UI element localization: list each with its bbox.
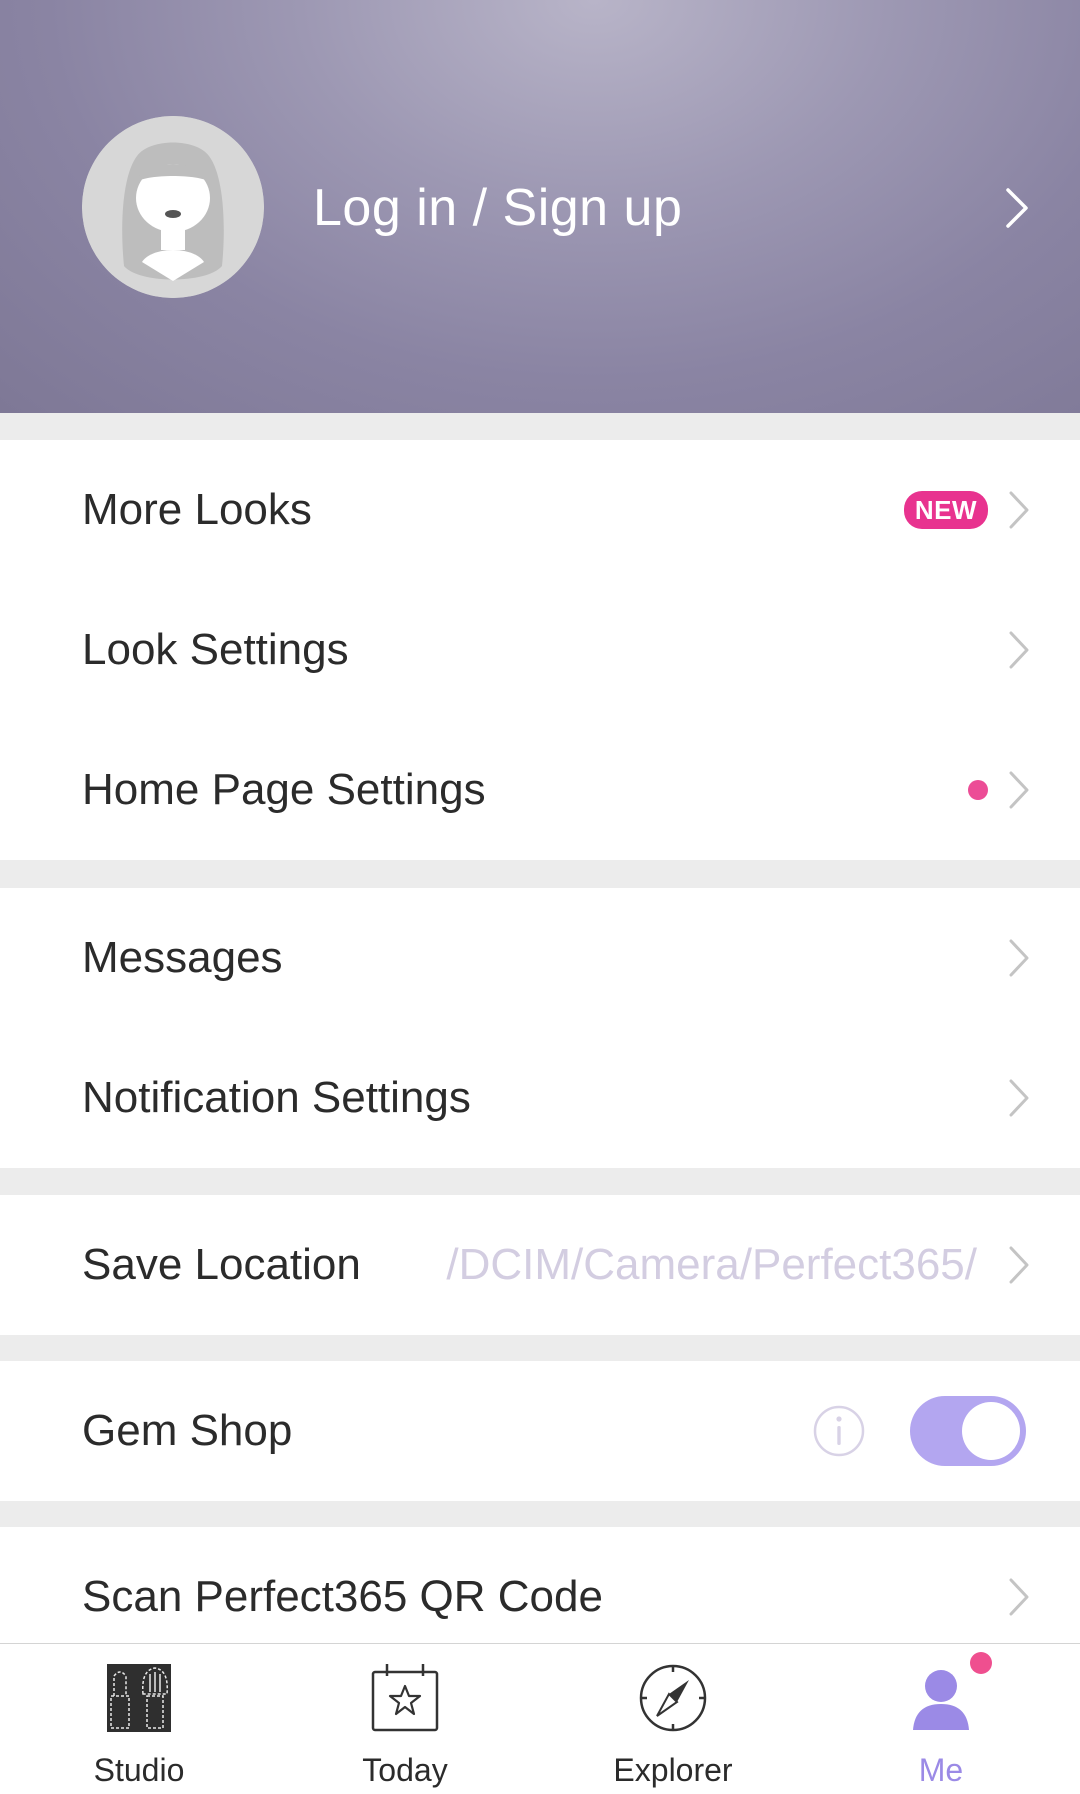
notification-settings-label: Notification Settings bbox=[82, 1073, 471, 1122]
calendar-star-icon bbox=[371, 1664, 439, 1732]
unread-dot bbox=[968, 780, 988, 800]
gem-shop-toggle[interactable] bbox=[910, 1396, 1026, 1466]
notification-dot bbox=[970, 1652, 992, 1674]
chevron-right-icon bbox=[1009, 1079, 1029, 1117]
menu-item-look-settings[interactable]: Look Settings bbox=[0, 580, 1080, 720]
menu-item-scan-qr[interactable]: Scan Perfect365 QR Code bbox=[0, 1527, 1080, 1643]
chevron-right-icon bbox=[1009, 491, 1029, 529]
save-location-label: Save Location bbox=[82, 1240, 361, 1289]
tab-me-label: Me bbox=[918, 1752, 964, 1788]
bottom-tab-bar: Studio Today Explorer Me bbox=[0, 1643, 1080, 1794]
save-location-path: /DCIM/Camera/Perfect365/ bbox=[446, 1240, 977, 1289]
scan-qr-label: Scan Perfect365 QR Code bbox=[82, 1572, 603, 1621]
tab-studio-label: Studio bbox=[93, 1752, 185, 1788]
chevron-right-icon bbox=[1009, 631, 1029, 669]
info-icon[interactable] bbox=[812, 1404, 866, 1458]
tab-studio[interactable]: Studio bbox=[4, 1644, 274, 1794]
menu-item-more-looks[interactable]: More Looks NEW bbox=[0, 440, 1080, 580]
new-badge: NEW bbox=[903, 491, 988, 529]
chevron-right-icon bbox=[1009, 1578, 1029, 1616]
menu-item-home-page-settings[interactable]: Home Page Settings bbox=[0, 720, 1080, 860]
default-avatar-icon bbox=[82, 116, 264, 298]
menu-item-messages[interactable]: Messages bbox=[0, 888, 1080, 1028]
menu-item-gem-shop: Gem Shop bbox=[0, 1361, 1080, 1501]
chevron-right-icon bbox=[1009, 771, 1029, 809]
tab-today-label: Today bbox=[362, 1752, 448, 1788]
menu-item-save-location[interactable]: Save Location /DCIM/Camera/Perfect365/ bbox=[0, 1195, 1080, 1335]
tab-explorer-label: Explorer bbox=[613, 1752, 733, 1788]
messages-label: Messages bbox=[82, 933, 283, 982]
chevron-right-icon bbox=[1006, 188, 1028, 228]
chevron-right-icon bbox=[1009, 1246, 1029, 1284]
more-looks-label: More Looks bbox=[82, 485, 312, 534]
gem-shop-label: Gem Shop bbox=[82, 1406, 293, 1455]
avatar[interactable] bbox=[82, 116, 264, 298]
save-location-section: Save Location /DCIM/Camera/Perfect365/ bbox=[0, 1195, 1080, 1335]
qr-section: Scan Perfect365 QR Code bbox=[0, 1527, 1080, 1643]
gem-shop-section: Gem Shop bbox=[0, 1361, 1080, 1501]
home-page-settings-label: Home Page Settings bbox=[82, 765, 486, 814]
tab-explorer[interactable]: Explorer bbox=[538, 1644, 808, 1794]
person-icon bbox=[913, 1670, 969, 1730]
looks-section: More Looks NEW Look Settings Home Page S… bbox=[0, 440, 1080, 860]
tab-today[interactable]: Today bbox=[270, 1644, 540, 1794]
menu-item-notification-settings[interactable]: Notification Settings bbox=[0, 1028, 1080, 1168]
profile-header[interactable]: Log in / Sign up bbox=[0, 0, 1080, 413]
makeup-brush-icon bbox=[107, 1664, 171, 1732]
compass-icon bbox=[639, 1664, 707, 1732]
messages-section: Messages Notification Settings bbox=[0, 888, 1080, 1168]
toggle-knob bbox=[962, 1402, 1020, 1460]
look-settings-label: Look Settings bbox=[82, 625, 349, 674]
tab-me[interactable]: Me bbox=[806, 1644, 1076, 1794]
chevron-right-icon bbox=[1009, 939, 1029, 977]
login-signup-label[interactable]: Log in / Sign up bbox=[313, 176, 682, 240]
